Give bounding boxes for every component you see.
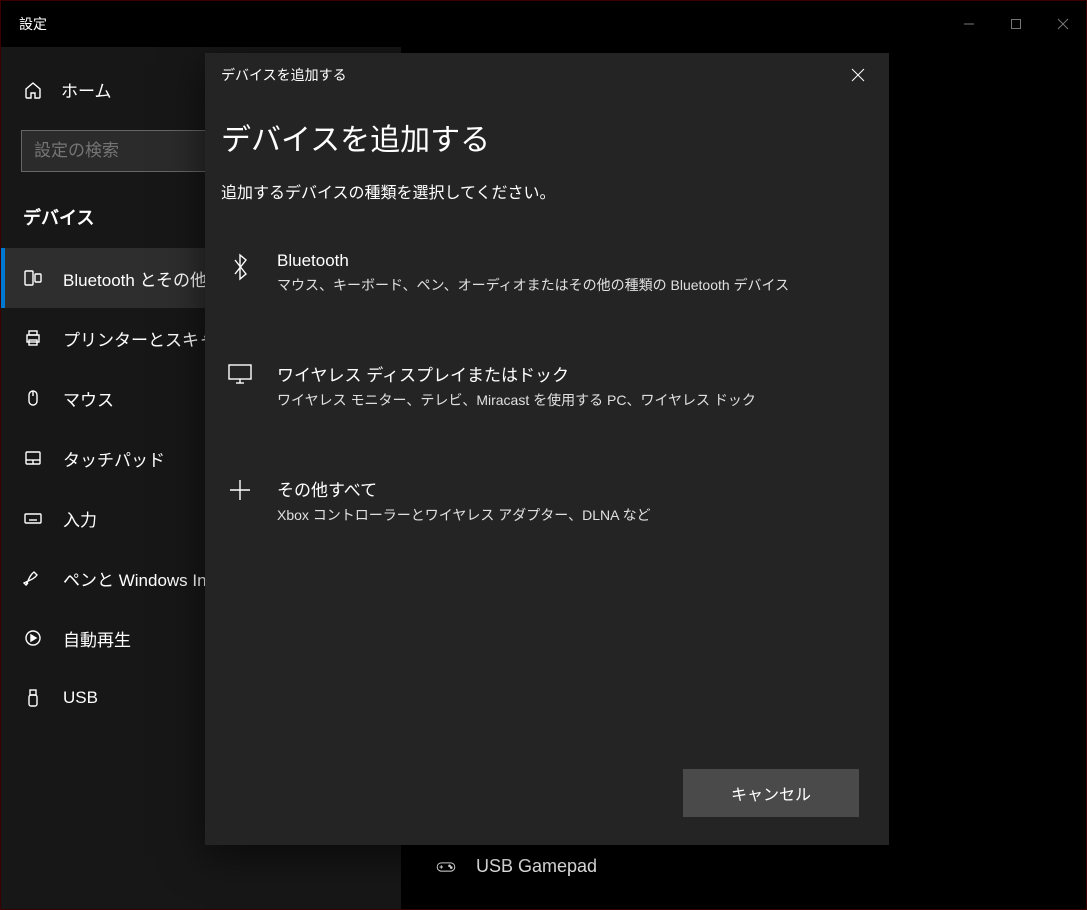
close-button[interactable] xyxy=(1039,1,1086,47)
printer-icon xyxy=(23,328,43,348)
plus-icon xyxy=(223,476,257,525)
option-title: Bluetooth xyxy=(277,251,869,271)
sidebar-item-label: 入力 xyxy=(63,506,97,531)
option-desc: マウス、キーボード、ペン、オーディオまたはその他の種類の Bluetooth デ… xyxy=(277,275,869,295)
home-icon xyxy=(23,80,43,100)
dialog-titlebar: デバイスを追加する xyxy=(205,53,889,97)
device-row-gamepad[interactable]: USB Gamepad xyxy=(436,856,597,877)
dialog-subtitle: 追加するデバイスの種類を選択してください。 xyxy=(221,179,873,203)
pen-icon xyxy=(23,568,43,588)
display-icon xyxy=(223,361,257,410)
gamepad-icon xyxy=(436,857,456,877)
option-text: Bluetooth マウス、キーボード、ペン、オーディオまたはその他の種類の B… xyxy=(277,251,869,295)
option-other[interactable]: その他すべて Xbox コントローラーとワイヤレス アダプター、DLNA など xyxy=(221,458,873,543)
sidebar-item-label: マウス xyxy=(63,386,114,411)
sidebar-item-label: ペンと Windows Ink xyxy=(63,566,215,591)
minimize-button[interactable] xyxy=(945,1,992,47)
window-title: 設定 xyxy=(19,14,47,34)
mouse-icon xyxy=(23,388,43,408)
usb-icon xyxy=(23,688,43,708)
option-title: その他すべて xyxy=(277,476,869,501)
add-device-dialog: デバイスを追加する デバイスを追加する 追加するデバイスの種類を選択してください… xyxy=(205,53,889,845)
cancel-button[interactable]: キャンセル xyxy=(683,769,859,817)
option-desc: Xbox コントローラーとワイヤレス アダプター、DLNA など xyxy=(277,505,869,525)
window-titlebar: 設定 xyxy=(1,1,1086,47)
keyboard-icon xyxy=(23,508,43,528)
settings-window: 設定 ホーム デバイス B xyxy=(0,0,1087,910)
window-controls xyxy=(945,1,1086,47)
touchpad-icon xyxy=(23,448,43,468)
option-bluetooth[interactable]: Bluetooth マウス、キーボード、ペン、オーディオまたはその他の種類の B… xyxy=(221,233,873,313)
device-label: USB Gamepad xyxy=(476,856,597,877)
bluetooth-devices-icon xyxy=(23,268,43,288)
home-label: ホーム xyxy=(61,77,112,102)
option-title: ワイヤレス ディスプレイまたはドック xyxy=(277,361,869,386)
maximize-button[interactable] xyxy=(992,1,1039,47)
option-text: ワイヤレス ディスプレイまたはドック ワイヤレス モニター、テレビ、Miraca… xyxy=(277,361,869,410)
sidebar-item-label: 自動再生 xyxy=(63,626,131,651)
option-desc: ワイヤレス モニター、テレビ、Miracast を使用する PC、ワイヤレス ド… xyxy=(277,390,869,410)
dialog-body: デバイスを追加する 追加するデバイスの種類を選択してください。 Bluetoot… xyxy=(205,97,889,757)
autoplay-icon xyxy=(23,628,43,648)
dialog-heading: デバイスを追加する xyxy=(221,115,873,159)
sidebar-item-label: USB xyxy=(63,688,98,708)
option-wireless-display[interactable]: ワイヤレス ディスプレイまたはドック ワイヤレス モニター、テレビ、Miraca… xyxy=(221,343,873,428)
dialog-footer: キャンセル xyxy=(205,757,889,845)
bluetooth-icon xyxy=(223,251,257,295)
sidebar-item-label: タッチパッド xyxy=(63,446,165,471)
option-text: その他すべて Xbox コントローラーとワイヤレス アダプター、DLNA など xyxy=(277,476,869,525)
dialog-close-button[interactable] xyxy=(843,60,873,90)
dialog-titlebar-text: デバイスを追加する xyxy=(221,65,347,85)
